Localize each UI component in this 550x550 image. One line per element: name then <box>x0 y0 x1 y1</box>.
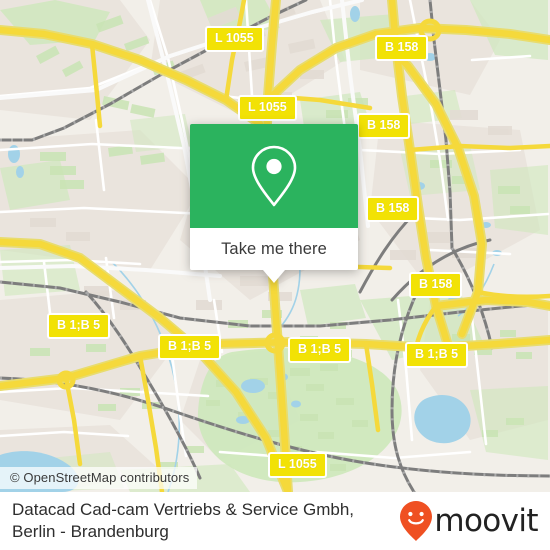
location-pin-icon <box>251 145 297 207</box>
moovit-pin-smiley-icon <box>400 501 433 541</box>
road-shield: B 1;B 5 <box>47 313 111 339</box>
road-shield: B 158 <box>375 35 429 61</box>
place-title: Datacad Cad-cam Vertriebs & Service Gmbh… <box>12 500 355 541</box>
footer-bar: Datacad Cad-cam Vertriebs & Service Gmbh… <box>0 492 550 550</box>
road-shield: L 1055 <box>238 95 297 121</box>
road-shield: B 158 <box>357 113 411 139</box>
popup-pin-area <box>190 124 358 228</box>
take-me-there-label: Take me there <box>221 239 327 258</box>
road-shield: B 1;B 5 <box>288 337 352 363</box>
take-me-there-button[interactable]: Take me there <box>190 228 358 270</box>
road-shield: B 1;B 5 <box>158 334 222 360</box>
map-screenshot: L 1055 B 158 L 1055 B 158 B 158 B 158 B … <box>0 0 550 550</box>
road-shield: B 158 <box>366 196 420 222</box>
road-shield: B 158 <box>409 272 463 298</box>
moovit-wordmark: moovit <box>434 503 538 539</box>
popup-pointer-tail <box>263 270 285 283</box>
road-shield: L 1055 <box>268 452 327 478</box>
road-shield: B 1;B 5 <box>405 342 469 368</box>
osm-attribution[interactable]: © OpenStreetMap contributors <box>0 467 198 489</box>
road-shield: L 1055 <box>205 26 264 52</box>
location-popup-card[interactable]: Take me there <box>190 124 358 283</box>
moovit-logo[interactable]: moovit <box>399 500 550 542</box>
